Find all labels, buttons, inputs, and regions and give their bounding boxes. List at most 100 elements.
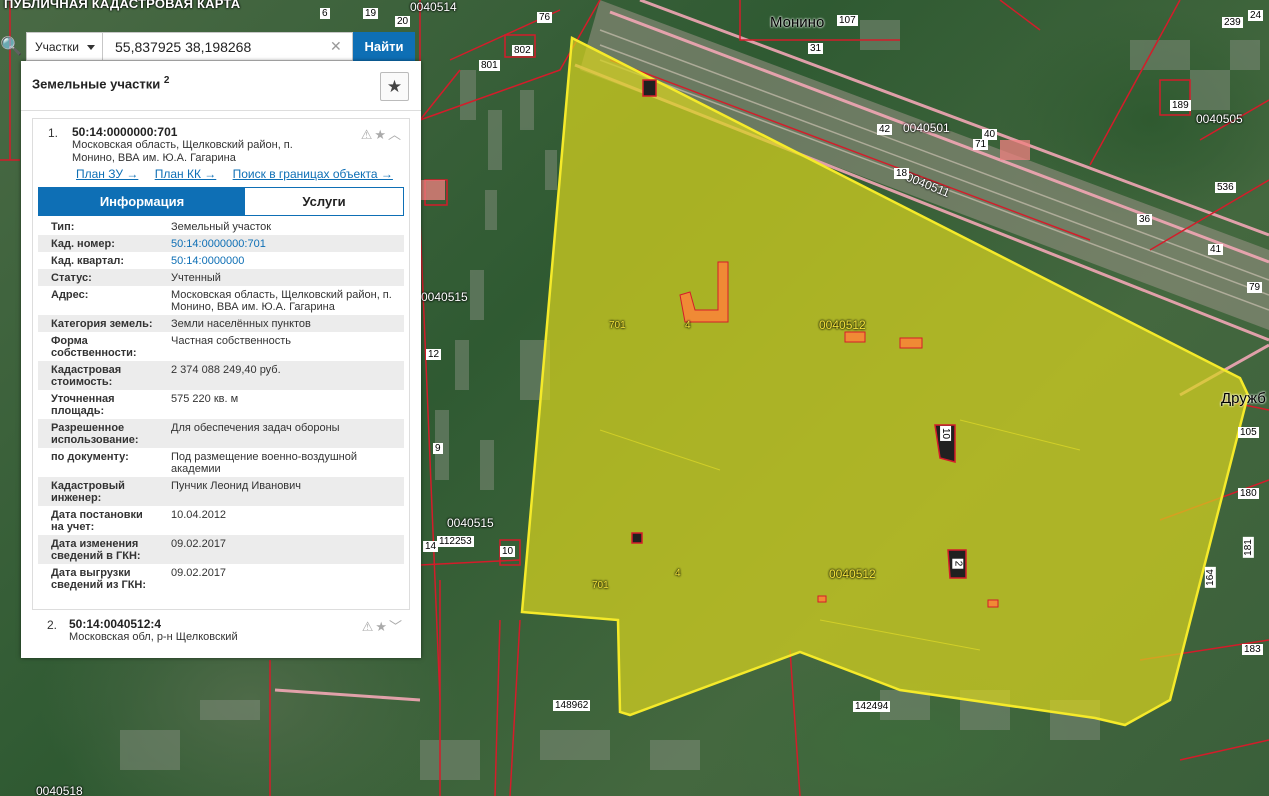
parcel-number: 42 [877,124,893,135]
parcel-number: 79 [1247,282,1263,293]
parcel-label: 4 [685,320,691,331]
parcel-number: 12 [426,349,442,360]
table-row: Тип: Земельный участок [38,218,404,235]
quarter-label: 0040515 [421,290,468,304]
parcel-number: 20 [395,16,411,27]
parcel-number: 41 [1208,244,1224,255]
search-type-select[interactable]: Участки [26,32,102,61]
parcel-label: 701 [609,320,626,331]
attr-value: Московская область, Щелковский район, п.… [171,289,392,313]
parcel-label: 2 [952,558,964,569]
table-row: Адрес: Московская область, Щелковский рай… [38,286,404,315]
attr-key: Дата изменения сведений в ГКН: [51,538,141,562]
parcel-label: 142494 [853,701,891,712]
attributes-table: Тип: Земельный участок Кад. номер: 50:14:0… [38,218,404,593]
parcel-number: 31 [808,43,824,54]
attr-key: Кад. квартал: [51,255,125,267]
quarter-label: 0040512 [819,318,866,332]
attr-key: Форма собственности: [51,335,137,359]
attr-value: Под размещение военно-воздушной академии [171,451,358,475]
result-address: Московская обл, р-н Щелковский [69,631,238,643]
quarter-label: 0040501 [903,121,950,135]
parcel-label: 112253 [437,536,474,547]
attr-key: Тип: [51,221,75,233]
quarter-label: 0040505 [1196,112,1243,126]
star-icon: ★ [386,77,403,96]
quarter-label: 0040512 [829,567,876,581]
table-row: Разрешенное использование: Для обеспечени… [38,419,404,448]
result-address: Московская область, Щелковский район, п.… [72,139,293,164]
table-row: Уточненная площадь: 575 220 кв. м [38,390,404,419]
plan-zu-link[interactable]: План ЗУ → [76,167,138,181]
attr-value: 09.02.2017 [171,567,227,579]
chevron-down-icon [87,45,95,50]
panel-header: Земельные участки 2 ★ [21,61,421,111]
result-cadastral-number[interactable]: 50:14:0000000:701 [72,125,177,139]
table-row: Дата постановки на учет: 10.04.2012 [38,506,404,535]
panel-title-text: Земельные участки [32,76,161,92]
attr-key: Разрешенное использование: [51,422,139,446]
clear-icon[interactable]: ✕ [330,39,342,53]
find-button[interactable]: Найти [353,32,415,61]
panel-title: Земельные участки 2 [32,75,169,91]
search-input[interactable]: 55,837925 38,198268 [102,32,353,61]
parcel-number: 10 [500,546,516,557]
result-cadastral-number[interactable]: 50:14:0040512:4 [69,617,161,631]
search-within-link[interactable]: Поиск в границах объекта → [233,167,393,181]
parcel-label: 148962 [553,700,591,711]
plan-kk-link[interactable]: План КК → [155,167,217,181]
result-actions-icons[interactable]: ⚠★﹀ [362,616,404,635]
parcel-number: 71 [973,139,989,150]
attr-value: Пунчик Леонид Иванович [171,480,302,492]
table-row: Кад. квартал: 50:14:0000000 [38,252,404,269]
attr-key: Уточненная площадь: [51,393,115,417]
tab-info[interactable]: Информация [39,188,245,215]
attr-value: 2 374 088 249,40 руб. [171,364,281,376]
tab-services[interactable]: Услуги [245,188,403,215]
parcel-number: 536 [1215,182,1236,193]
place-label-monino: Монино [770,14,825,31]
attr-key: Дата выгрузки сведений из ГКН: [51,567,147,591]
parcel-number: 14 [423,541,439,552]
result-item-2[interactable]: 2. 50:14:0040512:4 Московская обл, р-н Щ… [32,614,410,654]
table-row: по документу: Под размещение военно-возду… [38,448,404,477]
attr-value: Частная собственность [171,335,292,347]
parcel-label: 10 [940,425,952,442]
table-row: Статус: Учтенный [38,269,404,286]
parcel-number: 76 [537,12,553,23]
result-actions-icons[interactable]: ⚠★︿ [361,124,403,143]
parcel-number: 181 [1242,537,1254,558]
attr-value-link[interactable]: 50:14:0000000 [158,252,404,269]
attr-key: Дата постановки на учет: [51,509,143,533]
search-type-label: Участки [35,40,79,54]
result-number: 2. [47,618,58,632]
attr-key: Кадастровый инженер: [51,480,125,504]
parcel-number: 107 [837,15,858,26]
attr-value: Учтенный [171,272,221,284]
attr-key: Статус: [51,272,92,284]
parcel-number: 239 [1222,17,1243,28]
quarter-label: 0040518 [36,784,83,796]
search-icon[interactable]: 🔍 [0,34,22,58]
parcel-label: 4 [675,568,681,579]
parcel-number: 6 [320,8,330,19]
attr-value-link[interactable]: 50:14:0000000:701 [158,235,404,252]
quarter-label: 0040515 [447,516,494,530]
attr-value: 10.04.2012 [171,509,227,521]
parcel-number: 180 [1238,488,1259,499]
favorite-button[interactable]: ★ [380,72,409,101]
search-bar: 🔍 Участки 55,837925 38,198268 ✕ Найти [0,32,416,61]
parcel-number: 189 [1170,100,1191,111]
parcel-number: 164 [1204,567,1216,588]
attr-value: 575 220 кв. м [171,393,239,405]
attr-value: Земельный участок [171,221,272,233]
table-row: Категория земель: Земли населённых пункто… [38,315,404,332]
result-item-1: 1. 50:14:0000000:701 Московская область,… [32,118,410,610]
table-row: Дата изменения сведений в ГКН: 09.02.2017 [38,535,404,564]
table-row: Кад. номер: 50:14:0000000:701 [38,235,404,252]
parcel-number: 36 [1137,214,1153,225]
info-panel: Земельные участки 2 ★ 1. 50:14:0000000:7… [21,61,421,658]
quarter-label: 0040514 [410,0,457,14]
table-row: Дата выгрузки сведений из ГКН: 09.02.2017 [38,564,404,593]
parcel-number: 9 [433,443,443,454]
